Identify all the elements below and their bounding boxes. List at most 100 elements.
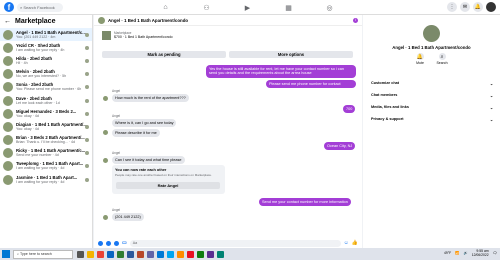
windows-start-icon[interactable]: [2, 250, 10, 258]
sender-name: Angel: [112, 114, 121, 118]
read-receipt-avatar: [85, 45, 89, 50]
sticker-icon[interactable]: [114, 240, 119, 246]
emoji-icon[interactable]: ☺: [344, 240, 349, 246]
conversation-text: Yezid CR · Shed 2bath I am waiting for yo…: [16, 43, 88, 53]
messenger-icon[interactable]: ✉: [460, 2, 470, 12]
conversation-text: Jasmine · 1 Bed 1 Bath Apart... I am wait…: [16, 175, 88, 185]
app-icon[interactable]: [197, 250, 204, 258]
conversation-item[interactable]: Dave · 2bed 2bath Let me look each other …: [0, 94, 92, 107]
app-icon[interactable]: [187, 250, 194, 258]
chevron-down-icon: ⌄: [489, 94, 493, 98]
app-icon[interactable]: [207, 250, 214, 258]
conversation-item[interactable]: Ricky · 1 Bed 1 Bath Apartment/c... Send …: [0, 147, 92, 160]
mark-pending-button[interactable]: Mark as pending: [102, 51, 226, 58]
conversation-item[interactable]: Tweeplomg · 1 Bed 1 Bath Apart... I am wa…: [0, 160, 92, 173]
read-receipt-avatar: [85, 124, 89, 129]
back-arrow-icon[interactable]: ←: [4, 18, 11, 25]
gif-icon[interactable]: ▭: [122, 240, 127, 246]
wifi-icon[interactable]: 📶: [455, 251, 459, 255]
app-icon[interactable]: [217, 250, 224, 258]
powerpoint-icon[interactable]: [137, 250, 144, 258]
media-files-item[interactable]: Media, files and links ⌄: [371, 105, 493, 110]
word-icon[interactable]: [127, 250, 134, 258]
conversation-item[interactable]: Melvin · 2bed 2bath No, we are you intere…: [0, 68, 92, 81]
gaming-icon[interactable]: ◎: [324, 2, 335, 13]
item-label: Media, files and links: [371, 105, 409, 109]
conversation-preview: You: okay · 4d: [16, 113, 39, 118]
like-icon[interactable]: 👍: [352, 240, 358, 246]
contact-avatar: [3, 108, 13, 119]
file-explorer-icon[interactable]: [87, 250, 94, 258]
conversation-preview: You: okay · 4d: [16, 126, 39, 131]
conversation-item[interactable]: Brian · 3 Beds 2 Bath Apartment/... Brian…: [0, 134, 92, 147]
account-controls: ⋮ ✉ 🔔: [447, 2, 496, 12]
mute-button[interactable]: 🔔 Mute: [413, 53, 427, 65]
listing-thumbnail[interactable]: [102, 31, 111, 40]
message-incoming: (201 449 2122): [112, 213, 144, 221]
search-button[interactable]: ⌕ Search: [435, 53, 449, 65]
store-icon[interactable]: [167, 250, 174, 258]
sender-name: Angel: [112, 208, 121, 212]
customize-chat-item[interactable]: Customize chat ⌄: [371, 81, 493, 86]
taskbar-apps: [77, 250, 224, 258]
clock[interactable]: 9:55 am 12/06/2022: [472, 249, 489, 257]
search-placeholder: Search Facebook: [23, 4, 55, 10]
listing-description[interactable]: $700 · 1 Bed 1 Bath Apartment/condo: [114, 35, 173, 39]
privacy-support-item[interactable]: Privacy & support ⌄: [371, 117, 493, 122]
plus-icon[interactable]: [98, 240, 103, 246]
conversation-preview: You: Please send me phone number · 6h: [16, 87, 82, 92]
chat-avatar[interactable]: [98, 16, 105, 24]
conversation-text: Miguel Hernandez · 3 Beds 2... You: okay …: [16, 109, 88, 119]
task-view-icon[interactable]: [77, 250, 84, 258]
more-options-button[interactable]: More options: [229, 51, 353, 58]
chevron-down-icon: ⌄: [489, 118, 493, 122]
message-outgoing: Ocean City, NJ: [324, 142, 356, 150]
sidebar-header: ← Marketplace: [0, 15, 92, 28]
listing-card: Marketplace $700 · 1 Bed 1 Bath Apartmen…: [100, 29, 355, 59]
message-incoming: How much is the rent of the apartment???: [112, 94, 189, 102]
conversation-item[interactable]: Diagian · 1 Bed 1 Bath Apartment/... You:…: [0, 120, 92, 133]
sender-avatar: [103, 130, 108, 135]
marketplace-icon[interactable]: ▦: [283, 2, 294, 13]
read-receipt-avatar: [85, 85, 89, 90]
notifications-icon[interactable]: 🔔: [473, 2, 483, 12]
message-outgoing: Please send me phone number for contact: [266, 80, 356, 88]
excel-icon[interactable]: [117, 250, 124, 258]
search-input[interactable]: ⌕ Search Facebook: [17, 2, 63, 12]
conversation-item[interactable]: Hilda · 2bed 2bath Hi! · 4h: [0, 54, 92, 67]
notifications-icon[interactable]: 🗨: [493, 251, 497, 255]
read-receipt-avatar: [85, 111, 89, 116]
facebook-logo[interactable]: f: [4, 2, 14, 12]
conversation-text: Melvin · 2bed 2bath No, we are you intere…: [16, 69, 88, 79]
contact-avatar: [3, 69, 13, 80]
message-incoming: Where is it, can I go and see today: [112, 119, 177, 127]
chrome-icon[interactable]: [97, 250, 104, 258]
taskbar-search[interactable]: ⌕ Type here to search: [13, 249, 73, 259]
contact-avatar: [3, 174, 13, 185]
image-icon[interactable]: [106, 240, 111, 246]
home-icon[interactable]: ⌂: [160, 2, 171, 13]
conversation-item[interactable]: Angel · 1 Bed 1 Bath Apartment/condo You:…: [0, 28, 92, 42]
app-icon[interactable]: [177, 250, 184, 258]
profile-avatar[interactable]: [486, 2, 496, 12]
chat-members-item[interactable]: Chat members ⌄: [371, 93, 493, 98]
volume-icon[interactable]: 🔊: [463, 251, 467, 255]
chat-title[interactable]: Angel · 1 Bed 1 Bath Apartment/condo: [108, 18, 188, 23]
watch-icon[interactable]: ▶: [242, 2, 253, 13]
weather-temp[interactable]: 49°F: [444, 251, 451, 255]
profile-avatar-large[interactable]: [423, 25, 440, 42]
conversation-item[interactable]: Jasmine · 1 Bed 1 Bath Apart... I am wait…: [0, 173, 92, 186]
teams-icon[interactable]: [147, 250, 154, 258]
conversation-item[interactable]: Yezid CR · Shed 2bath I am waiting for yo…: [0, 41, 92, 54]
rate-button[interactable]: Rate Angel: [116, 182, 220, 189]
info-icon[interactable]: i: [353, 17, 358, 23]
conversation-item[interactable]: Miguel Hernandez · 3 Beds 2... You: okay …: [0, 107, 92, 120]
friends-icon[interactable]: ⚇: [201, 2, 212, 13]
message-input[interactable]: Aa: [129, 239, 341, 247]
outlook-icon[interactable]: [157, 250, 164, 258]
menu-icon[interactable]: ⋮: [447, 2, 457, 12]
read-receipt-avatar: [85, 58, 89, 63]
edge-icon[interactable]: [107, 250, 114, 258]
conversation-preview: No, we are you interested? · 5h: [16, 74, 67, 79]
conversation-item[interactable]: Sonia · 2bed 2bath You: Please send me ph…: [0, 81, 92, 94]
